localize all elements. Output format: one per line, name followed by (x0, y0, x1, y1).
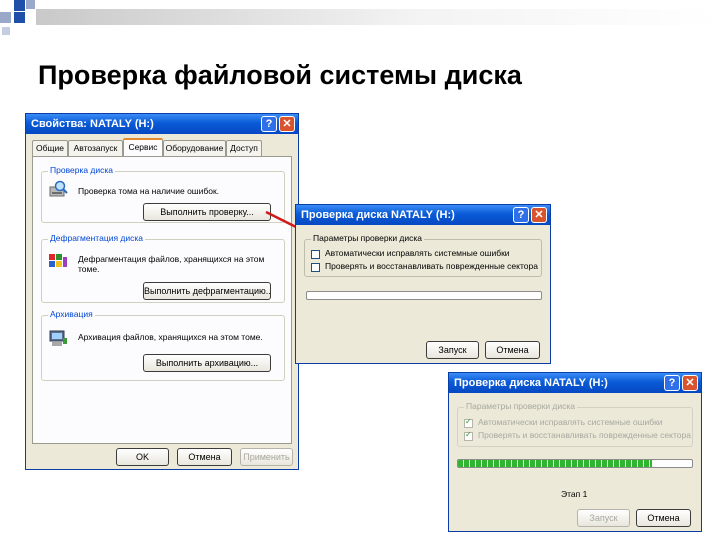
recover-sectors-label: Проверять и восстанавливать поврежденные… (325, 261, 538, 271)
defrag-text: Дефрагментация файлов, хранящихся на это… (78, 254, 265, 274)
disk-check-group: Проверка диска Проверка тома на наличие … (41, 165, 285, 223)
check-progress-dialog: Проверка диска NATALY (H:) ? ✕ Параметры… (448, 372, 702, 532)
tab-hardware[interactable]: Оборудование (163, 140, 226, 156)
progress-dialog-title: Проверка диска NATALY (H:) (454, 377, 608, 389)
deco-square-3 (0, 12, 11, 23)
defrag-icon (49, 254, 67, 267)
fix-errors-checkbox[interactable] (311, 250, 320, 259)
top-decor-bar (36, 9, 720, 25)
tab-sharing[interactable]: Доступ (226, 140, 262, 156)
progress-dialog-title-bar: Проверка диска NATALY (H:) ? ✕ (449, 373, 701, 393)
defrag-legend: Дефрагментация диска (48, 233, 145, 243)
properties-window-title: Свойства: NATALY (H:) (31, 118, 154, 130)
check-dialog-help-button[interactable]: ? (513, 207, 529, 223)
run-defrag-button[interactable]: Выполнить дефрагментацию... (143, 282, 271, 300)
close-button[interactable]: ✕ (279, 116, 295, 132)
defrag-group: Дефрагментация диска Дефрагментация файл… (41, 233, 285, 303)
tools-panel: Проверка диска Проверка тома на наличие … (32, 156, 292, 444)
tab-autorun[interactable]: Автозапуск (68, 140, 123, 156)
help-button[interactable]: ? (261, 116, 277, 132)
progress-options-legend: Параметры проверки диска (464, 401, 578, 411)
help-icon: ? (668, 377, 676, 389)
check-options-group: Параметры проверки диска Автоматически и… (304, 233, 542, 277)
check-cancel-button[interactable]: Отмена (485, 341, 540, 359)
disk-check-legend: Проверка диска (48, 165, 116, 175)
fix-errors-checkbox-disabled (464, 417, 473, 428)
archive-legend: Архивация (48, 309, 95, 319)
apply-button: Применить (240, 448, 293, 466)
disk-check-icon (49, 180, 68, 197)
check-dialog-title: Проверка диска NATALY (H:) (301, 209, 455, 221)
help-icon: ? (265, 118, 273, 130)
progress-bar (457, 459, 693, 468)
progress-fill (458, 460, 653, 467)
deco-square-5 (2, 27, 10, 35)
deco-square-4 (14, 12, 25, 23)
recover-sectors-checkbox-disabled (464, 430, 473, 441)
archive-group: Архивация Архивация файлов, хранящихся н… (41, 309, 285, 381)
help-icon: ? (517, 209, 525, 221)
progress-start-button: Запуск (577, 509, 630, 527)
check-options-legend: Параметры проверки диска (311, 233, 425, 243)
progress-options-group: Параметры проверки диска Автоматически и… (457, 401, 693, 447)
disk-check-text: Проверка тома на наличие ошибок. (78, 186, 220, 196)
close-icon: ✕ (282, 118, 292, 130)
run-check-button[interactable]: Выполнить проверку... (143, 203, 271, 221)
check-dialog-close-button[interactable]: ✕ (531, 207, 547, 223)
check-progress-bar (306, 291, 542, 300)
progress-dialog-help-button[interactable]: ? (664, 375, 680, 391)
tab-general[interactable]: Общие (32, 140, 68, 156)
fix-errors-label-disabled: Автоматически исправлять системные ошибк… (478, 417, 663, 427)
ok-button[interactable]: OK (116, 448, 169, 466)
backup-icon (49, 330, 67, 346)
properties-window: Свойства: NATALY (H:) ? ✕ Общие Автозапу… (25, 113, 299, 470)
close-icon: ✕ (685, 377, 695, 389)
progress-dialog-close-button[interactable]: ✕ (682, 375, 698, 391)
check-disk-dialog: Проверка диска NATALY (H:) ? ✕ Параметры… (295, 204, 551, 364)
stage-label: Этап 1 (561, 489, 588, 499)
run-archive-button[interactable]: Выполнить архивацию... (143, 354, 271, 372)
archive-text: Архивация файлов, хранящихся на этом том… (78, 332, 263, 342)
cancel-button[interactable]: Отмена (177, 448, 232, 466)
properties-title-bar: Свойства: NATALY (H:) ? ✕ (26, 114, 298, 134)
fix-errors-label: Автоматически исправлять системные ошибк… (325, 248, 510, 258)
recover-sectors-label-disabled: Проверять и восстанавливать поврежденные… (478, 430, 691, 440)
check-dialog-title-bar: Проверка диска NATALY (H:) ? ✕ (296, 205, 550, 225)
close-icon: ✕ (534, 209, 544, 221)
progress-cancel-button[interactable]: Отмена (636, 509, 691, 527)
deco-square-1 (14, 0, 25, 11)
deco-square-2 (26, 0, 35, 9)
tab-tools[interactable]: Сервис (123, 138, 163, 156)
slide-title: Проверка файловой системы диска (38, 60, 522, 90)
recover-sectors-checkbox[interactable] (311, 263, 320, 272)
start-button[interactable]: Запуск (426, 341, 479, 359)
